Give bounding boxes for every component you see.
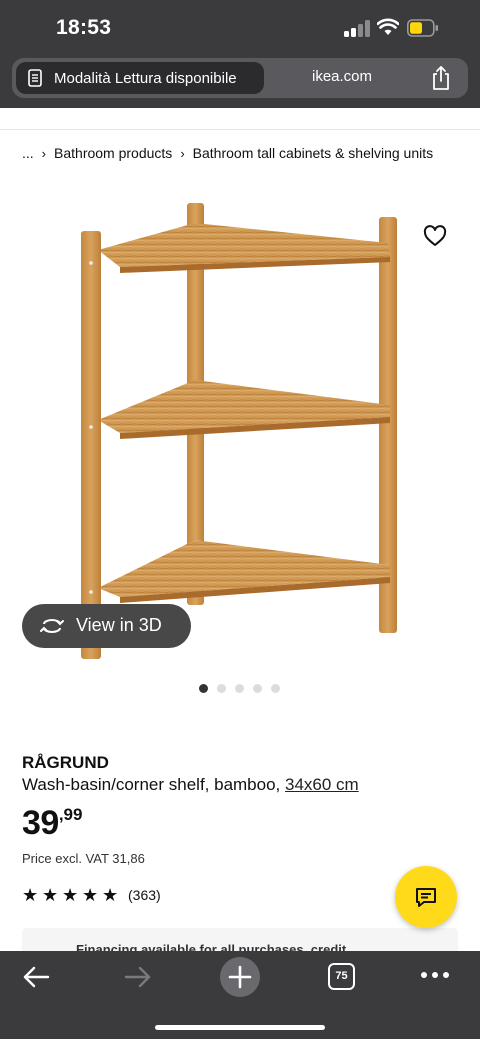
breadcrumb-item-tall-cabinets[interactable]: Bathroom tall cabinets & shelving units xyxy=(193,145,433,161)
product-name: RÅGRUND xyxy=(22,753,109,772)
new-tab-button[interactable] xyxy=(220,957,260,997)
header-strip xyxy=(0,108,480,130)
back-arrow-icon[interactable] xyxy=(22,965,50,989)
more-icon[interactable] xyxy=(420,971,450,979)
reader-mode-button[interactable]: Modalità Lettura disponibile xyxy=(16,62,264,94)
price-decimal: ,99 xyxy=(58,805,83,824)
breadcrumb: ... › Bathroom products › Bathroom tall cabi… xyxy=(22,145,433,161)
star-icon: ★ xyxy=(82,885,99,905)
chevron-right-icon: › xyxy=(180,146,185,161)
breadcrumb-item-bathroom-products[interactable]: Bathroom products xyxy=(54,145,172,161)
star-icon: ★ xyxy=(102,885,119,905)
plus-icon xyxy=(228,965,252,989)
breadcrumb-ellipsis[interactable]: ... xyxy=(22,145,34,161)
gallery-dot[interactable] xyxy=(235,684,244,693)
gallery-dot[interactable] xyxy=(217,684,226,693)
product-description-text: Wash-basin/corner shelf, bamboo, xyxy=(22,775,285,794)
tabs-button[interactable]: 75 xyxy=(328,963,355,990)
status-bar: 18:53 xyxy=(0,0,480,56)
rotate-3d-icon xyxy=(40,619,64,633)
url-bar[interactable]: Modalità Lettura disponibile ikea.com xyxy=(12,58,468,98)
view-in-3d-button[interactable]: View in 3D xyxy=(22,604,191,648)
forward-arrow-icon[interactable] xyxy=(124,965,152,989)
chat-icon xyxy=(416,888,436,907)
product-description: Wash-basin/corner shelf, bamboo, 34x60 c… xyxy=(22,775,359,795)
home-indicator xyxy=(155,1025,325,1030)
star-icon: ★ xyxy=(62,885,79,905)
gallery-dot[interactable] xyxy=(199,684,208,693)
star-icon: ★ xyxy=(22,885,39,905)
price-integer: 39 xyxy=(22,804,59,842)
review-count[interactable]: (363) xyxy=(128,887,161,903)
chevron-right-icon: › xyxy=(41,146,47,161)
tab-count: 75 xyxy=(335,970,348,982)
product-image[interactable] xyxy=(60,195,410,665)
reader-mode-label: Modalità Lettura disponibile xyxy=(54,70,237,87)
cellular-signal-icon xyxy=(344,19,372,37)
battery-icon xyxy=(407,19,438,37)
price-excl-vat: Price excl. VAT 31,86 xyxy=(22,851,145,866)
heart-icon[interactable] xyxy=(423,225,447,247)
reader-mode-icon xyxy=(28,69,42,87)
wifi-icon xyxy=(377,18,399,35)
browser-top-bar: 18:53 Modalità Lettura disponibile ikea.… xyxy=(0,0,480,108)
product-dimensions-link[interactable]: 34x60 cm xyxy=(285,775,359,794)
product-price: 39,99 xyxy=(22,804,82,843)
share-icon[interactable] xyxy=(430,65,452,91)
url-domain[interactable]: ikea.com xyxy=(312,68,372,85)
browser-toolbar: 75 xyxy=(0,951,480,1039)
gallery-dot[interactable] xyxy=(253,684,262,693)
chat-button[interactable] xyxy=(395,866,457,928)
gallery-dot[interactable] xyxy=(271,684,280,693)
star-icon: ★ xyxy=(42,885,59,905)
view-in-3d-label: View in 3D xyxy=(76,615,162,635)
status-time: 18:53 xyxy=(56,16,112,39)
